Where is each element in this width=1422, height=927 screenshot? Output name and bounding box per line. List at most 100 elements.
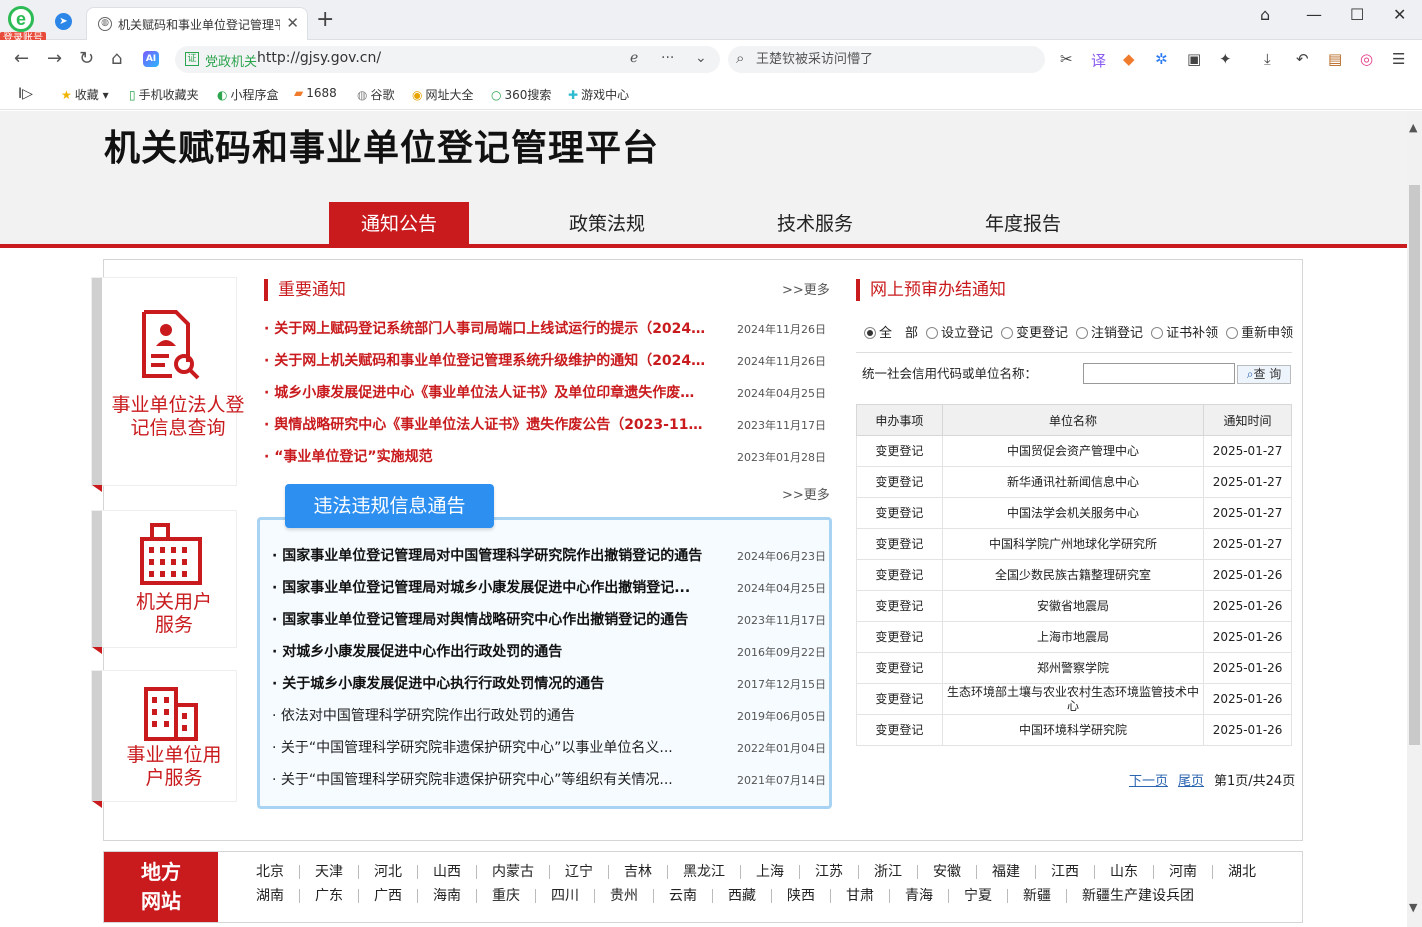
- violation-notice-item[interactable]: · 关于城乡小康发展促进中心执行行政处罚情况的通告 2017年12月15日: [272, 673, 826, 705]
- local-site-link[interactable]: 贵州: [610, 886, 638, 906]
- filter-radio[interactable]: 变更登记: [1001, 326, 1068, 341]
- sidebar-toggle-icon[interactable]: I▷: [18, 86, 33, 102]
- local-site-link[interactable]: 辽宁: [565, 862, 593, 882]
- violation-notice-item[interactable]: · 国家事业单位登记管理局对城乡小康发展促进中心作出撤销登记... 2024年04…: [272, 577, 826, 609]
- filter-radio[interactable]: 设立登记: [926, 326, 993, 341]
- important-notice-item[interactable]: · 城乡小康发展促进中心《事业单位法人证书》及单位印章遗失作废公告 2024年04…: [264, 382, 826, 414]
- credit-code-input[interactable]: [1083, 363, 1235, 384]
- new-tab-icon[interactable]: +: [316, 7, 334, 32]
- local-site-link[interactable]: 天津: [315, 862, 343, 882]
- local-site-link[interactable]: 广西: [374, 886, 402, 906]
- scroll-up-icon[interactable]: ▲: [1409, 121, 1417, 134]
- local-site-link[interactable]: 黑龙江: [683, 862, 725, 882]
- local-site-link[interactable]: 甘肃: [846, 886, 874, 906]
- violation-notice-item[interactable]: · 关于“中国管理科学研究院非遗保护研究中心”等组织有关情况... 2021年07…: [272, 769, 826, 801]
- local-site-link[interactable]: 新疆生产建设兵团: [1082, 886, 1194, 906]
- local-site-link[interactable]: 江苏: [815, 862, 843, 882]
- query-button[interactable]: ⌕查 询: [1237, 365, 1291, 384]
- minimize-icon[interactable]: —: [1306, 5, 1322, 24]
- more-icon[interactable]: ···: [661, 50, 674, 66]
- legal-person-query-card[interactable]: 事业单位法人登记信息查询: [92, 278, 245, 492]
- tab-close-icon[interactable]: ✕: [286, 14, 299, 32]
- cut-icon[interactable]: ✂: [1060, 50, 1073, 68]
- browser-tab[interactable]: ◍ 机关赋码和事业单位登记管理平台 ✕: [86, 7, 308, 40]
- nav-notices[interactable]: 通知公告: [329, 202, 469, 246]
- table-row[interactable]: 变更登记 中国环境科学研究院 2025-01-26: [856, 714, 1292, 746]
- bookmark-favorites[interactable]: ★ 收藏 ▾: [61, 86, 109, 103]
- local-site-link[interactable]: 内蒙古: [492, 862, 534, 882]
- nav-policies[interactable]: 政策法规: [537, 202, 677, 246]
- violation-title[interactable]: · 国家事业单位登记管理局对舆情战略研究中心作出撤销登记的通告: [272, 609, 712, 631]
- notice-title[interactable]: · “事业单位登记”实施规范: [264, 446, 707, 468]
- violation-title[interactable]: · 关于“中国管理科学研究院非遗保护研究中心”等组织有关情况...: [272, 769, 712, 791]
- violation-notice-item[interactable]: · 国家事业单位登记管理局对舆情战略研究中心作出撤销登记的通告 2023年11月1…: [272, 609, 826, 641]
- important-notice-item[interactable]: · 舆情战略研究中心《事业单位法人证书》遗失作废公告（2023-11-17） 20…: [264, 414, 826, 446]
- undo-icon[interactable]: ↶: [1296, 50, 1309, 68]
- radio-button[interactable]: [1151, 327, 1164, 339]
- table-row[interactable]: 变更登记 上海市地震局 2025-01-26: [856, 621, 1292, 653]
- ie-mode-icon[interactable]: ℯ: [630, 50, 638, 66]
- local-site-link[interactable]: 安徽: [933, 862, 961, 882]
- violation-title[interactable]: · 依法对中国管理科学研究院作出行政处罚的通告: [272, 705, 712, 727]
- radio-button[interactable]: [926, 327, 939, 339]
- local-site-link[interactable]: 青海: [905, 886, 933, 906]
- important-more-link[interactable]: >>更多: [782, 279, 830, 298]
- download-icon[interactable]: ⤓: [1264, 50, 1271, 68]
- table-row[interactable]: 变更登记 中国贸促会资产管理中心 2025-01-27: [856, 435, 1292, 467]
- reload-icon[interactable]: ↻: [79, 48, 94, 69]
- important-notice-item[interactable]: · “事业单位登记”实施规范 2023年01月28日: [264, 446, 826, 478]
- scroll-thumb[interactable]: [1409, 185, 1420, 745]
- scroll-down-icon[interactable]: ▼: [1409, 901, 1417, 914]
- local-site-link[interactable]: 湖南: [256, 886, 284, 906]
- network-icon[interactable]: ✲: [1155, 50, 1168, 68]
- violation-title[interactable]: · 关于城乡小康发展促进中心执行行政处罚情况的通告: [272, 673, 712, 695]
- nav-tech-service[interactable]: 技术服务: [745, 202, 885, 246]
- toolbox-icon[interactable]: ▤: [1328, 50, 1342, 68]
- nav-annual-report[interactable]: 年度报告: [953, 202, 1093, 246]
- local-site-link[interactable]: 上海: [756, 862, 784, 882]
- local-site-link[interactable]: 四川: [551, 886, 579, 906]
- radio-button[interactable]: [1076, 327, 1089, 339]
- table-row[interactable]: 变更登记 生态环境部土壤与农业农村生态环境监管技术中心 2025-01-26: [856, 683, 1292, 715]
- bookmark-google[interactable]: ◍ 谷歌: [357, 86, 395, 103]
- menu-icon[interactable]: ☰: [1392, 50, 1405, 68]
- home-icon[interactable]: ⌂: [111, 48, 122, 69]
- government-user-service-card[interactable]: 机关用户服务: [92, 511, 236, 654]
- address-bar[interactable]: 证 党政机关 http://gjsy.gov.cn/ ℯ ··· ⌄: [175, 46, 720, 73]
- pin-icon[interactable]: ⌂: [1260, 5, 1270, 24]
- translate-icon[interactable]: 译: [1091, 50, 1106, 71]
- violation-notice-item[interactable]: · 国家事业单位登记管理局对中国管理科学研究院作出撤销登记的通告 2024年06月…: [272, 545, 826, 577]
- violation-title[interactable]: · 关于“中国管理科学研究院非遗保护研究中心”以事业单位名义...: [272, 737, 712, 759]
- local-site-link[interactable]: 西藏: [728, 886, 756, 906]
- vertical-scrollbar[interactable]: ▲ ▼: [1407, 111, 1422, 927]
- table-row[interactable]: 变更登记 新华通讯社新闻信息中心 2025-01-27: [856, 466, 1292, 498]
- local-site-link[interactable]: 福建: [992, 862, 1020, 882]
- notice-title[interactable]: · 关于网上机关赋码和事业单位登记管理系统升级维护的通知（2024-11-26）: [264, 350, 707, 372]
- game-icon[interactable]: ◆: [1123, 50, 1135, 68]
- send-icon[interactable]: ➤: [55, 13, 72, 30]
- extensions-icon[interactable]: ✦: [1219, 50, 1232, 68]
- institution-user-service-card[interactable]: 事业单位用户服务: [92, 671, 236, 808]
- reader-icon[interactable]: ▣: [1187, 50, 1201, 68]
- browser-logo-icon[interactable]: e: [8, 6, 34, 32]
- violation-notice-item[interactable]: · 关于“中国管理科学研究院非遗保护研究中心”以事业单位名义... 2022年01…: [272, 737, 826, 769]
- violations-more-link[interactable]: >>更多: [782, 484, 830, 503]
- search-bar[interactable]: ⌕: [728, 46, 1045, 73]
- violation-notice-item[interactable]: · 对城乡小康发展促进中心作出行政处罚的通告 2016年09月22日: [272, 641, 826, 673]
- important-notice-item[interactable]: · 关于网上机关赋码和事业单位登记管理系统升级维护的通知（2024-11-26）…: [264, 350, 826, 382]
- maximize-icon[interactable]: ☐: [1350, 5, 1364, 24]
- pager-next[interactable]: 下一页: [1129, 770, 1168, 789]
- filter-radio[interactable]: 注销登记: [1076, 326, 1143, 341]
- notice-title[interactable]: · 舆情战略研究中心《事业单位法人证书》遗失作废公告（2023-11-17）: [264, 414, 707, 436]
- local-site-link[interactable]: 云南: [669, 886, 697, 906]
- back-icon[interactable]: ←: [14, 48, 29, 69]
- local-site-link[interactable]: 湖北: [1228, 862, 1256, 882]
- violations-title[interactable]: 违法违规信息通告: [285, 484, 494, 528]
- violation-title[interactable]: · 国家事业单位登记管理局对城乡小康发展促进中心作出撤销登记...: [272, 577, 712, 599]
- local-site-link[interactable]: 江西: [1051, 862, 1079, 882]
- bookmark-1688[interactable]: ▰ 1688: [294, 86, 337, 100]
- local-site-link[interactable]: 陕西: [787, 886, 815, 906]
- local-site-link[interactable]: 吉林: [624, 862, 652, 882]
- local-site-link[interactable]: 重庆: [492, 886, 520, 906]
- notice-title[interactable]: · 关于网上赋码登记系统部门人事司局端口上线试运行的提示（2024-11-26）: [264, 318, 707, 340]
